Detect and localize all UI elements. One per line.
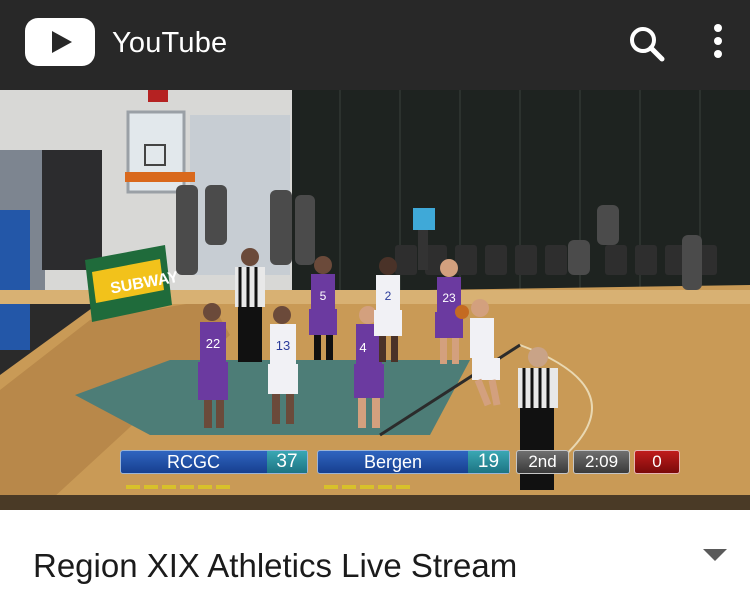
scoreboard-shot-indicator: 0 xyxy=(634,450,680,474)
svg-text:5: 5 xyxy=(320,289,327,303)
chevron-down-icon xyxy=(703,549,727,561)
home-team-score: 37 xyxy=(267,451,307,473)
svg-text:13: 13 xyxy=(276,338,290,353)
scoreboard-clock: 2:09 xyxy=(573,450,630,474)
video-title: Region XIX Athletics Live Stream xyxy=(33,547,518,584)
scoreboard-away: Bergen 19 xyxy=(317,450,510,474)
scoreboard-period: 2nd xyxy=(516,450,569,474)
svg-text:22: 22 xyxy=(206,336,220,351)
search-icon xyxy=(630,27,665,62)
svg-text:23: 23 xyxy=(442,291,456,305)
app-title: YouTube xyxy=(112,27,228,59)
search-button[interactable] xyxy=(620,18,672,70)
more-vert-icon xyxy=(714,24,722,58)
home-team-name: RCGC xyxy=(167,452,220,472)
youtube-play-icon[interactable] xyxy=(25,18,95,66)
away-team-score: 19 xyxy=(468,451,509,473)
more-options-button[interactable] xyxy=(696,18,740,70)
video-frame: SUBWAY 22 13 4 5 2 23 xyxy=(0,90,750,510)
home-foul-markers xyxy=(126,476,234,489)
away-foul-markers xyxy=(324,476,414,489)
expand-description-button[interactable] xyxy=(700,544,730,566)
svg-text:2: 2 xyxy=(385,289,392,303)
away-team-name: Bergen xyxy=(363,452,423,472)
scoreboard-home: RCGC 37 xyxy=(120,450,308,474)
video-player[interactable]: SUBWAY 22 13 4 5 2 23 xyxy=(0,90,750,510)
svg-text:4: 4 xyxy=(359,340,366,355)
app-bar: YouTube xyxy=(0,0,750,90)
